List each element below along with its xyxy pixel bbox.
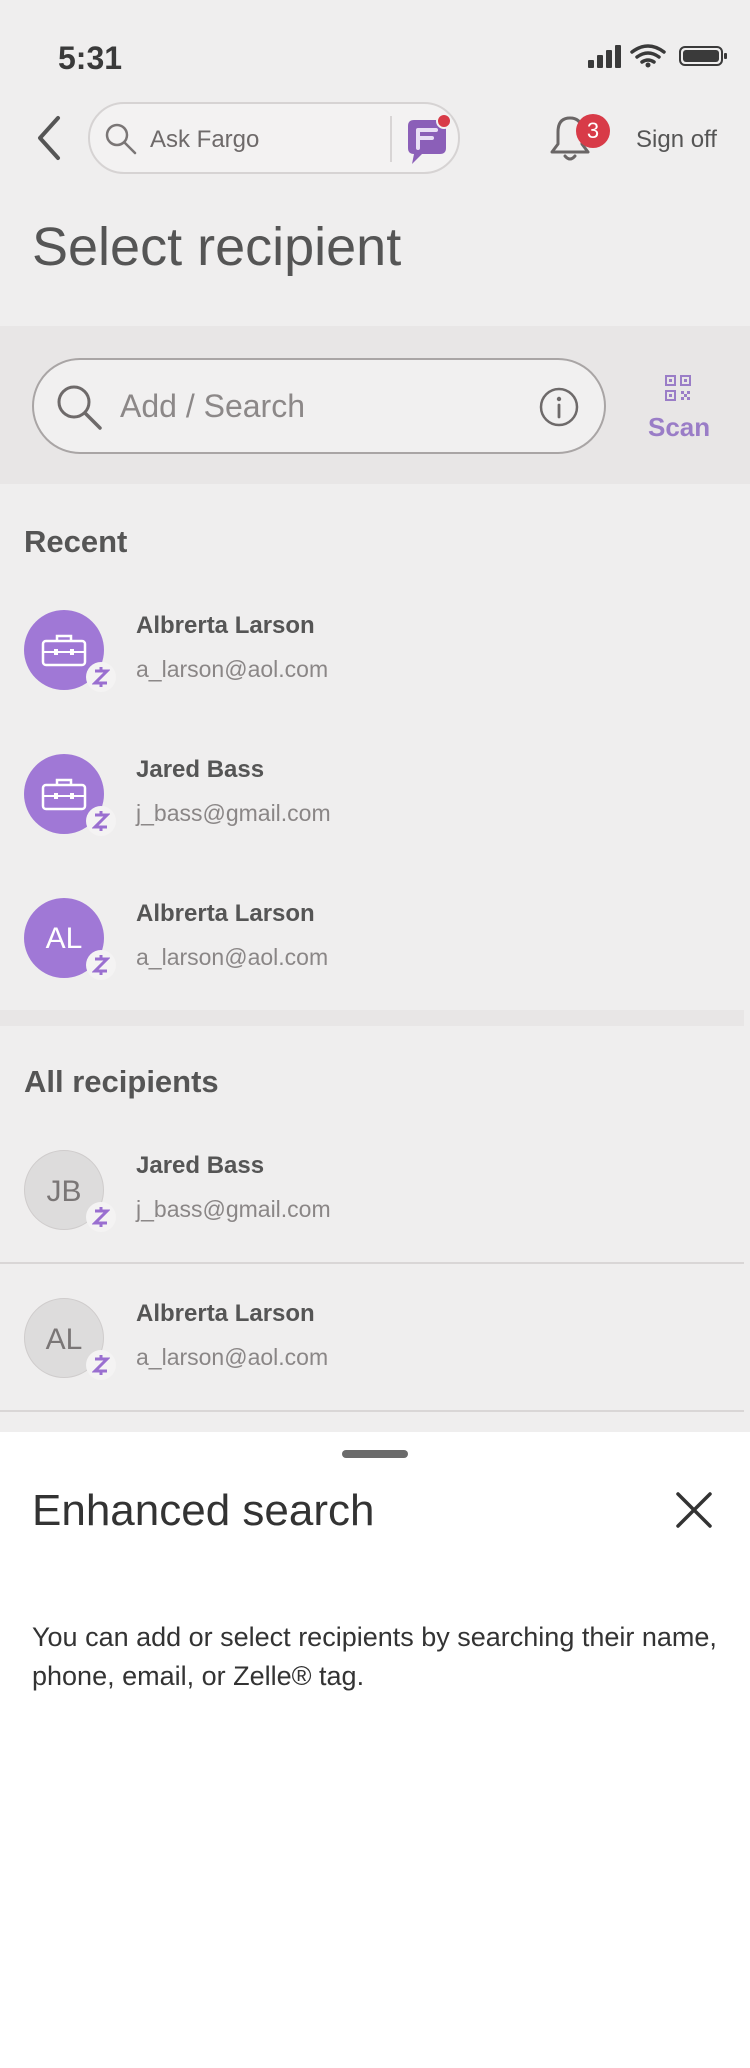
recipient-row[interactable]: Albrerta Larson a_larson@aol.com (0, 610, 744, 720)
zelle-icon (92, 1207, 110, 1227)
briefcase-icon (41, 778, 87, 811)
recipient-name: Albrerta Larson (136, 1300, 315, 1327)
recent-section-title: Recent (24, 524, 128, 559)
recipient-list-area: 5:31 Ask Fargo 3 Sign off Select recipie… (0, 0, 750, 1432)
scan-button[interactable]: Scan (648, 374, 711, 443)
recipient-row[interactable]: AL Albrerta Larson a_larson@aol.com (0, 898, 744, 1008)
recipient-name: Albrerta Larson (136, 612, 315, 639)
recipient-name: Jared Bass (136, 756, 265, 783)
separator (390, 116, 392, 162)
ask-fargo-search[interactable]: Ask Fargo (88, 102, 460, 174)
recipient-search-input[interactable]: Add / Search (32, 358, 606, 454)
close-icon[interactable] (672, 1488, 716, 1532)
recipient-name: Albrerta Larson (136, 900, 315, 927)
sheet-title: Enhanced search (32, 1486, 375, 1535)
row-divider (0, 1410, 744, 1412)
qr-code-icon (665, 375, 691, 401)
zelle-icon (92, 811, 110, 831)
back-chevron-icon[interactable] (32, 114, 76, 162)
recipient-row[interactable]: JB Jared Bass j_bass@gmail.com (0, 1150, 744, 1260)
recipient-email: a_larson@aol.com (136, 944, 329, 970)
recipient-row[interactable]: AL Albrerta Larson a_larson@aol.com (0, 1298, 744, 1408)
zelle-badge (86, 662, 116, 692)
page-title: Select recipient (32, 217, 402, 277)
recipient-email: a_larson@aol.com (136, 1344, 329, 1370)
briefcase-icon (41, 634, 87, 667)
notification-badge: 3 (576, 114, 610, 148)
wifi-icon (630, 44, 666, 64)
search-icon (105, 123, 137, 155)
recipient-email: j_bass@gmail.com (136, 800, 331, 826)
zelle-badge (86, 1350, 116, 1380)
status-time: 5:31 (58, 40, 123, 76)
fargo-logo-icon[interactable] (402, 112, 454, 168)
zelle-badge (86, 1202, 116, 1232)
signal-icon (588, 45, 621, 68)
zelle-badge (86, 806, 116, 836)
recipient-email: a_larson@aol.com (136, 656, 329, 682)
sheet-description: You can add or select recipients by sear… (32, 1622, 717, 1691)
sheet-drag-handle[interactable] (342, 1450, 408, 1458)
ask-fargo-placeholder: Ask Fargo (150, 126, 260, 153)
search-placeholder: Add / Search (120, 388, 305, 424)
section-divider (0, 1010, 744, 1026)
zelle-icon (92, 1355, 110, 1375)
row-divider (0, 1262, 744, 1264)
status-icons (588, 44, 727, 68)
select-recipient-screen: 5:31 Ask Fargo 3 Sign off Select recipie… (0, 0, 750, 2068)
avatar-initials: AL (45, 922, 83, 955)
info-icon[interactable] (538, 386, 580, 428)
recipient-email: j_bass@gmail.com (136, 1196, 331, 1222)
zelle-badge (86, 950, 116, 980)
zelle-icon (92, 667, 110, 687)
sign-off-button[interactable]: Sign off (636, 126, 717, 154)
battery-icon (679, 46, 727, 66)
search-icon (57, 385, 102, 430)
zelle-icon (92, 955, 110, 975)
scan-label: Scan (648, 412, 711, 442)
recipient-row[interactable]: Jared Bass j_bass@gmail.com (0, 754, 744, 864)
recipient-name: Jared Bass (136, 1152, 265, 1179)
enhanced-search-sheet: Enhanced search You can add or select re… (0, 1432, 750, 2068)
all-recipients-section-title: All recipients (24, 1064, 219, 1099)
